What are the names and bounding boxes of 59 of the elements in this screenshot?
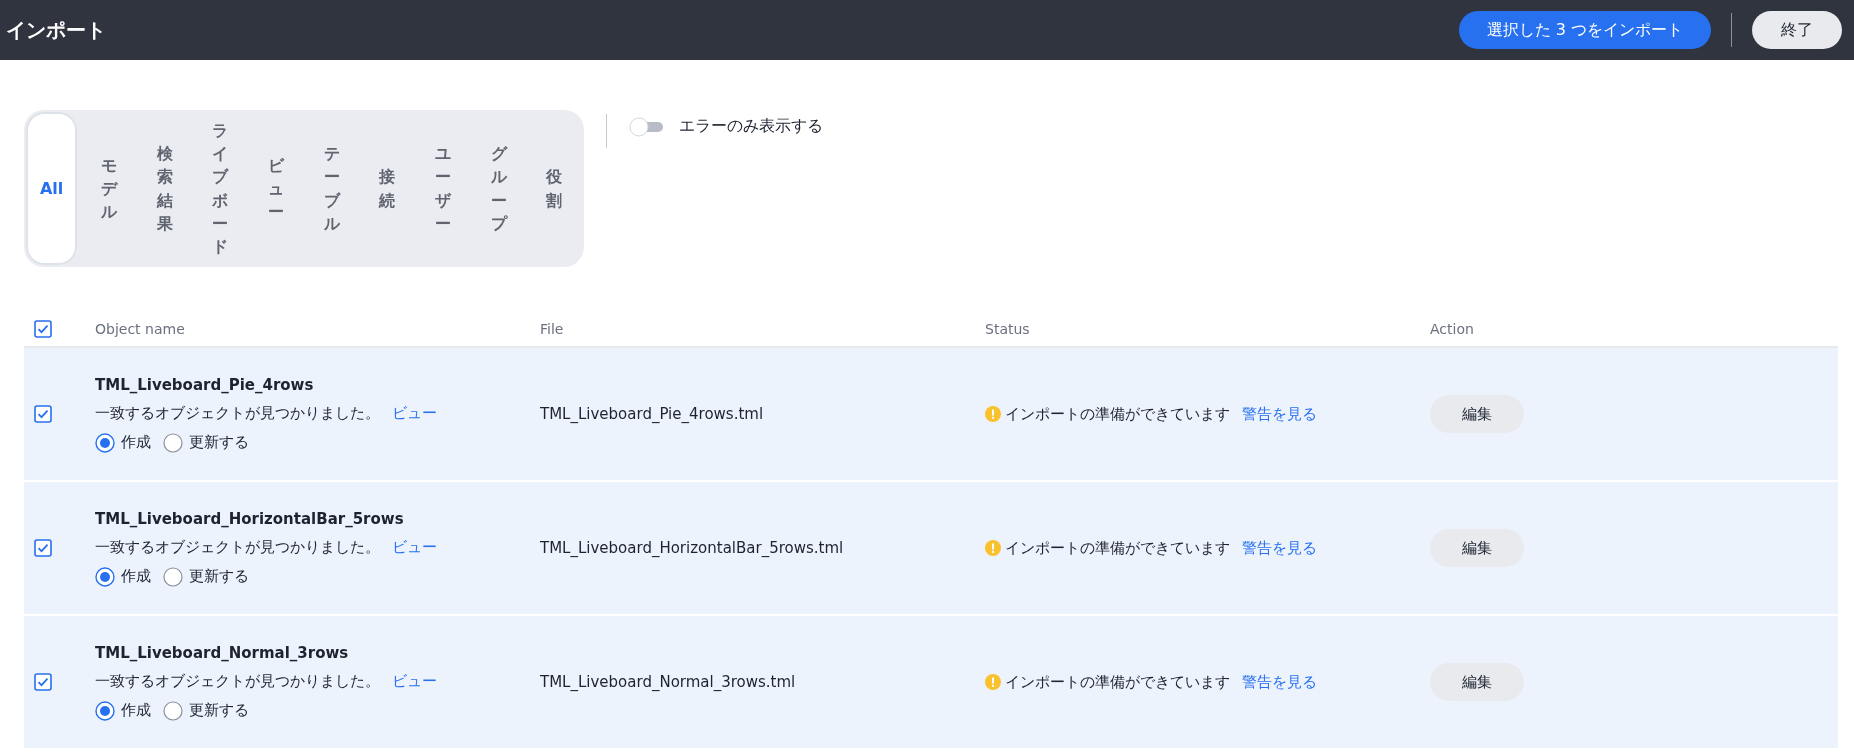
checkbox[interactable] <box>34 405 52 423</box>
filter-tab[interactable]: テーブル <box>303 112 360 265</box>
warnings-link[interactable]: 警告を見る <box>1242 404 1317 424</box>
checkbox[interactable] <box>34 539 52 557</box>
warnings-link[interactable]: 警告を見る <box>1242 672 1317 692</box>
page-title: インポート <box>6 16 107 44</box>
filter-tab[interactable]: ユーザー <box>415 112 471 265</box>
radio-button[interactable] <box>163 432 183 453</box>
checkbox[interactable] <box>34 673 52 691</box>
filter-tab[interactable]: モデル <box>81 112 137 265</box>
filter-tab[interactable]: 役割 <box>526 112 582 265</box>
view-link[interactable]: ビュー <box>392 537 437 557</box>
edit-button[interactable]: 編集 <box>1430 395 1524 433</box>
match-message: 一致するオブジェクトが見つかりました。 <box>95 537 380 557</box>
object-name: TML_Liveboard_Normal_3rows <box>95 643 350 662</box>
file-name: TML_Liveboard_Pie_4rows.tml <box>540 405 765 423</box>
radio-label: 作成 <box>121 567 151 586</box>
radio-button[interactable] <box>95 432 115 453</box>
column-header: File <box>540 321 565 337</box>
checkbox[interactable] <box>34 320 52 338</box>
object-name: TML_Liveboard_Pie_4rows <box>95 375 315 394</box>
status-text: インポートの準備ができています <box>1005 672 1230 692</box>
status-text: インポートの準備ができています <box>1005 538 1230 558</box>
object-name: TML_Liveboard_HorizontalBar_5rows <box>95 509 405 528</box>
radio-button[interactable] <box>95 566 115 587</box>
radio-button[interactable] <box>95 700 115 721</box>
view-link[interactable]: ビュー <box>392 671 437 691</box>
radio-label: 作成 <box>121 433 151 452</box>
file-name: TML_Liveboard_HorizontalBar_5rows.tml <box>540 539 845 557</box>
column-header: Status <box>985 321 1031 337</box>
filter-tab[interactable]: 接続 <box>359 112 416 265</box>
edit-button[interactable]: 編集 <box>1430 529 1524 567</box>
radio-label: 更新する <box>189 567 249 586</box>
radio-button[interactable] <box>163 700 183 721</box>
match-message: 一致するオブジェクトが見つかりました。 <box>95 671 380 691</box>
radio-button[interactable] <box>163 566 183 587</box>
status-text: インポートの準備ができています <box>1005 404 1230 424</box>
warning-icon <box>985 674 1001 690</box>
warning-icon <box>985 406 1001 422</box>
import-button[interactable]: 選択した 3 つをインポート <box>1458 11 1711 49</box>
match-message: 一致するオブジェクトが見つかりました。 <box>95 403 380 423</box>
toggle-switch[interactable] <box>629 116 665 137</box>
radio-label: 作成 <box>121 701 151 720</box>
warning-icon <box>985 540 1001 556</box>
filter-tab[interactable]: 検索結果 <box>136 112 193 265</box>
column-header: Action <box>1430 321 1475 337</box>
column-header: Object name <box>95 321 186 337</box>
filter-tab[interactable]: ライブボード <box>192 112 249 265</box>
file-name: TML_Liveboard_Normal_3rows.tml <box>540 673 797 691</box>
edit-button[interactable]: 編集 <box>1430 663 1524 701</box>
warnings-link[interactable]: 警告を見る <box>1242 538 1317 558</box>
filter-tab[interactable]: グループ <box>470 112 527 265</box>
toggle-label: エラーのみ表示する <box>679 116 823 137</box>
filter-tab[interactable]: ビュー <box>248 112 304 265</box>
radio-label: 更新する <box>189 701 249 720</box>
view-link[interactable]: ビュー <box>392 403 437 423</box>
done-button[interactable]: 終了 <box>1752 11 1842 49</box>
filter-tab[interactable]: All <box>26 112 78 265</box>
radio-label: 更新する <box>189 433 249 452</box>
